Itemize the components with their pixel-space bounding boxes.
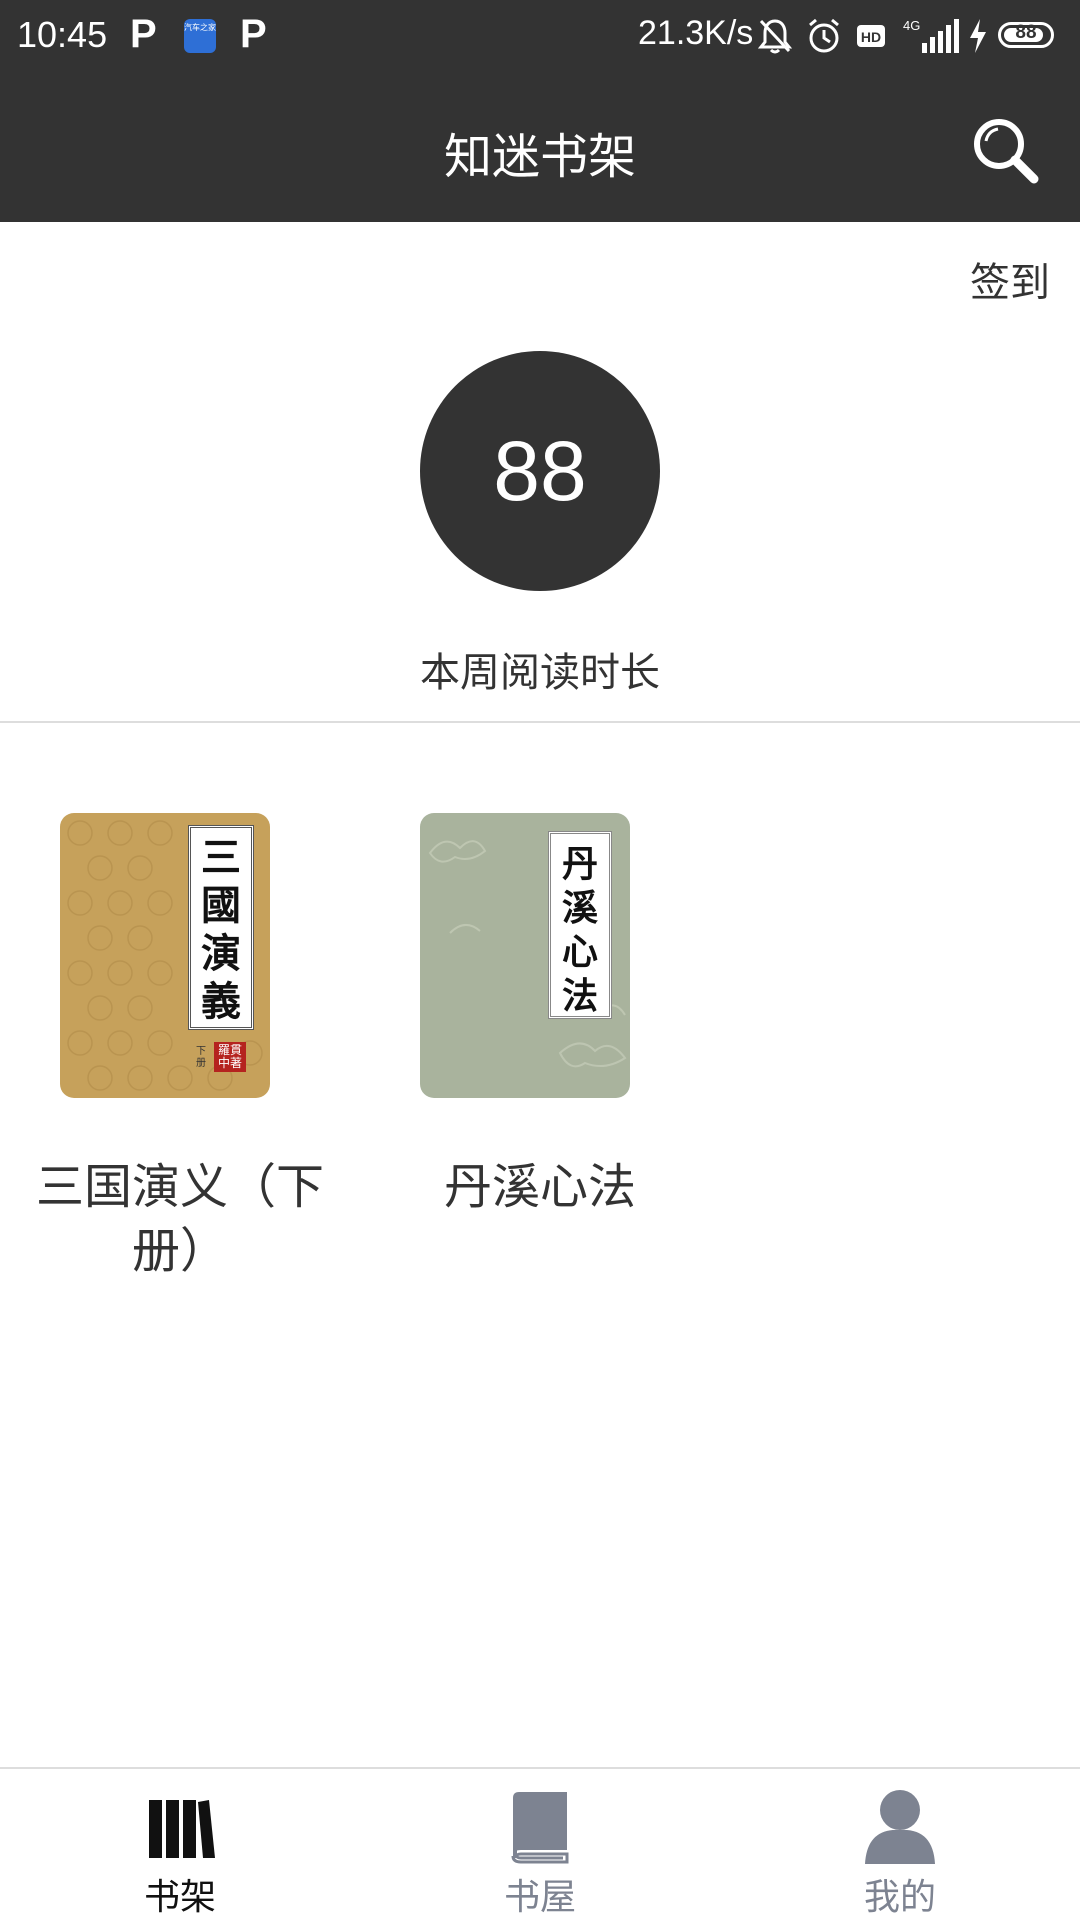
section-divider — [0, 721, 1080, 723]
network-speed: 21.3K/s — [638, 14, 754, 52]
status-bar: 10:45 P 汽车之家 P 21.3K/s HD 4G 88 — [0, 0, 1080, 73]
user-icon — [865, 1790, 935, 1864]
cover-seal: 羅貫中著 — [214, 1042, 246, 1072]
checkin-button[interactable]: 签到 — [970, 250, 1050, 308]
battery-icon: 88 — [998, 22, 1054, 48]
page-title: 知迷书架 — [443, 129, 636, 185]
nav-label-bookshelf: 书架 — [143, 1877, 216, 1918]
app-header: 知迷书架 — [0, 73, 1080, 222]
nav-label-mine: 我的 — [863, 1877, 936, 1918]
battery-level: 88 — [1015, 22, 1037, 43]
nav-tab-mine[interactable]: 我的 — [720, 1770, 1080, 1920]
signal-icon: 4G — [903, 18, 959, 53]
hd-icon: HD — [857, 25, 885, 47]
bottom-nav-divider — [0, 1767, 1080, 1769]
parking-app-icon: P — [130, 12, 157, 56]
autohome-app-icon: 汽车之家 — [184, 19, 216, 53]
nav-label-bookstore: 书屋 — [503, 1877, 576, 1918]
book-cover-danxi[interactable]: 丹溪心法 — [420, 813, 630, 1098]
nav-tab-bookshelf[interactable]: 书架 — [0, 1770, 360, 1920]
weekly-reading-time-value: 88 — [420, 351, 660, 591]
book-title-sanguo[interactable]: 三国演义（下册） — [0, 1155, 360, 1283]
weekly-reading-time-label: 本周阅读时长 — [420, 650, 660, 696]
parking-app-icon-2: P — [240, 12, 267, 56]
book-title-danxi[interactable]: 丹溪心法 — [360, 1155, 720, 1219]
charging-icon — [970, 19, 986, 53]
search-icon[interactable] — [968, 113, 1044, 189]
bookshelf-icon — [149, 1800, 215, 1858]
status-time: 10:45 — [17, 14, 108, 55]
book-icon — [511, 1792, 569, 1864]
mute-bell-icon — [757, 19, 793, 54]
cover-title-label: 三國演義 — [188, 825, 254, 1030]
cover-title-label: 丹溪心法 — [548, 831, 612, 1019]
nav-tab-bookstore[interactable]: 书屋 — [360, 1770, 720, 1920]
network-type: 4G — [903, 18, 920, 33]
alarm-icon — [809, 18, 839, 53]
cover-volume: 下册 — [196, 1046, 206, 1069]
book-cover-sanguo[interactable]: 三國演義 下册 羅貫中著 — [60, 813, 270, 1098]
svg-text:HD: HD — [861, 29, 881, 45]
